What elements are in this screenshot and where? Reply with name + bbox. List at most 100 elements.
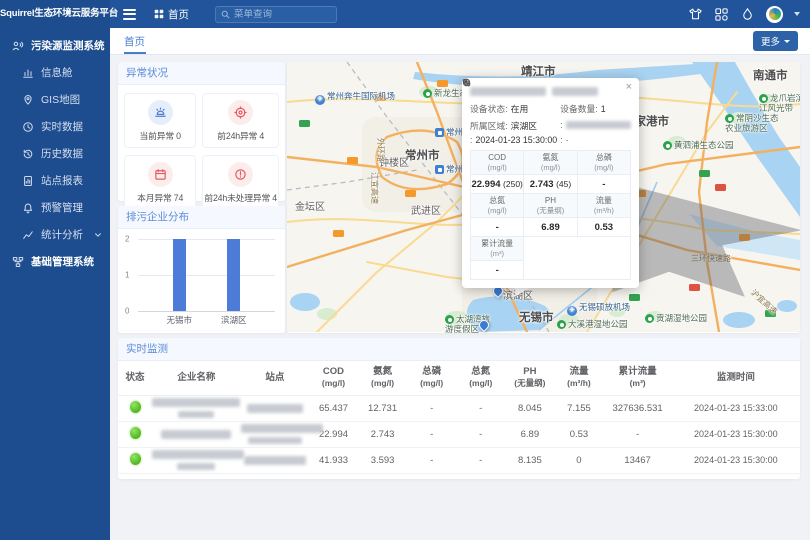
- alarm-lamp-icon: [148, 100, 173, 125]
- chevron-down-icon: [784, 40, 790, 43]
- x-tick-label: 无锡市: [166, 314, 192, 326]
- abnormal-status-panel: 异常状况 当前异常 0 前24h异常 4 本月异常 74 前24h未处理异常 4: [118, 62, 285, 201]
- device-status-field: 设备状态:在用: [470, 102, 560, 115]
- table-row[interactable]: 22.9942.743--6.890.53- 2024-01-23 15:30:…: [118, 421, 800, 447]
- device-title-redacted: [470, 87, 631, 96]
- popup-value: -: [577, 175, 630, 194]
- popup-col-header: PH(无量纲): [524, 194, 577, 218]
- bar-滨湖区: [227, 239, 240, 311]
- reading-value: -: [407, 395, 456, 421]
- reading-value: -: [456, 395, 505, 421]
- close-icon[interactable]: ×: [626, 82, 632, 93]
- popup-value: -: [471, 218, 524, 237]
- sidebar-item-site-report[interactable]: 站点报表: [0, 167, 110, 194]
- panel-title: 异常状况: [118, 62, 285, 85]
- popup-col-header: 累计流量(m³): [471, 237, 524, 261]
- more-button[interactable]: 更多: [753, 31, 798, 51]
- status-dot: [130, 401, 141, 413]
- enterprise-name-redacted: [152, 421, 241, 447]
- device-readings-table: COD(mg/l)氨氮(mg/l)总磷(mg/l)22.994 (250)2.7…: [470, 150, 631, 280]
- card-24h-unhandled-abnormal[interactable]: 前24h未处理异常 4: [202, 155, 279, 210]
- status-cell: [118, 421, 152, 447]
- sidebar-item-pollution-monitoring-system[interactable]: 污染源监测系统: [0, 32, 110, 59]
- popup-col-header: 流量(m³/h): [577, 194, 630, 218]
- reading-value: 6.89: [505, 421, 554, 447]
- device-phone-field: :·: [560, 135, 631, 145]
- alarm-target-icon: [228, 100, 253, 125]
- reading-value: -: [604, 421, 672, 447]
- status-dot: [130, 453, 141, 465]
- table-row[interactable]: 65.43712.731--8.0457.155327636.531 2024-…: [118, 395, 800, 421]
- sidebar-item-info-cabin[interactable]: 信息舱: [0, 59, 110, 86]
- monitor-col-header: 氨氮(mg/l): [358, 361, 407, 395]
- clock-icon: [22, 121, 34, 133]
- reading-value: 65.437: [309, 395, 358, 421]
- reading-value: 13467: [604, 447, 672, 473]
- table-row[interactable]: 41.9333.593--8.135013467 2024-01-23 15:3…: [118, 447, 800, 473]
- device-info-popup: × 设备状态:在用 设备数量:1 所属区域:滨湖区 : :2024-01-23 …: [462, 78, 639, 288]
- sidebar-item-realtime-data[interactable]: 实时数据: [0, 113, 110, 140]
- panel-title: 排污企业分布: [118, 206, 285, 229]
- card-24h-abnormal[interactable]: 前24h异常 4: [202, 93, 279, 148]
- monitor-col-header: 总氮(mg/l): [456, 361, 505, 395]
- theme-skin-icon[interactable]: [688, 7, 703, 22]
- calendar-icon: [148, 162, 173, 187]
- monitor-system-icon: [12, 40, 24, 52]
- device-region-field: 所属区域:滨湖区: [470, 119, 560, 132]
- avatar[interactable]: [766, 6, 783, 23]
- reading-value: 3.593: [358, 447, 407, 473]
- reading-value: -: [407, 421, 456, 447]
- sidebar-item-gis-map[interactable]: GIS地图: [0, 86, 110, 113]
- y-tick-label: 0: [125, 307, 129, 316]
- breadcrumb-home: 首页: [168, 7, 189, 22]
- reading-value: 8.045: [505, 395, 554, 421]
- sidebar-item-base-management-system[interactable]: 基础管理系统: [0, 248, 110, 275]
- sidebar: 污染源监测系统 信息舱 GIS地图 实时数据 历史数据 站点报表 预警管理 统计…: [0, 28, 110, 540]
- menu-search[interactable]: [215, 6, 337, 23]
- site-name-redacted: [241, 447, 309, 473]
- flame-icon[interactable]: [740, 7, 755, 22]
- sidebar-item-label: 历史数据: [41, 146, 83, 161]
- chevron-down-icon[interactable]: [794, 12, 800, 16]
- y-tick-label: 2: [125, 235, 129, 244]
- popup-col-header: 总磷(mg/l): [577, 151, 630, 175]
- reading-value: 0.53: [554, 421, 603, 447]
- popup-col-header: 氨氮(mg/l): [524, 151, 577, 175]
- popup-value: 2.743 (45): [524, 175, 577, 194]
- sidebar-item-label: GIS地图: [41, 92, 80, 107]
- reading-value: -: [456, 447, 505, 473]
- realtime-monitor-panel: 实时监测 状态企业名称站点COD(mg/l)氨氮(mg/l)总磷(mg/l)总氮…: [118, 338, 800, 479]
- reading-value: 327636.531: [604, 395, 672, 421]
- reading-value: 8.135: [505, 447, 554, 473]
- search-input[interactable]: [234, 9, 331, 20]
- monitor-col-header: 企业名称: [152, 361, 241, 395]
- reading-value: -: [407, 447, 456, 473]
- sidebar-item-statistics[interactable]: 统计分析: [0, 221, 110, 248]
- hamburger-menu-icon[interactable]: [116, 0, 142, 28]
- panel-title: 实时监测: [118, 338, 800, 361]
- chevron-down-icon: [101, 258, 102, 266]
- bar-chart-icon: [22, 67, 34, 79]
- warning-circle-icon: [228, 162, 253, 187]
- sidebar-item-label: 预警管理: [41, 200, 83, 215]
- card-current-abnormal[interactable]: 当前异常 0: [124, 93, 196, 148]
- device-count-field: 设备数量:1: [560, 102, 631, 115]
- monitor-time: 2024-01-23 15:30:00: [672, 447, 800, 473]
- home-grid-icon: [154, 9, 164, 19]
- search-icon: [221, 10, 230, 19]
- map-pin-icon: [22, 94, 34, 106]
- status-cell: [118, 395, 152, 421]
- site-name-redacted: [241, 421, 309, 447]
- enterprise-distribution-panel: 排污企业分布 2 1 0 无锡市滨湖区: [118, 206, 285, 333]
- breadcrumb[interactable]: 首页: [154, 7, 189, 22]
- sidebar-item-history-data[interactable]: 历史数据: [0, 140, 110, 167]
- history-icon: [22, 148, 34, 160]
- layout-components-icon[interactable]: [714, 7, 729, 22]
- sidebar-item-alert-management[interactable]: 预警管理: [0, 194, 110, 221]
- monitor-time: 2024-01-23 15:30:00: [672, 421, 800, 447]
- map-canvas[interactable]: 常州市无锡市南通市靖江市张家港市钟楼区武进区滨湖区金坛区常州北站常州站✈常州奔牛…: [287, 62, 800, 333]
- tab-home[interactable]: 首页: [110, 28, 159, 54]
- main-content: 异常状况 当前异常 0 前24h异常 4 本月异常 74 前24h未处理异常 4…: [110, 55, 810, 540]
- map-panel: 常州市无锡市南通市靖江市张家港市钟楼区武进区滨湖区金坛区常州北站常州站✈常州奔牛…: [287, 62, 800, 333]
- card-month-abnormal[interactable]: 本月异常 74: [124, 155, 196, 210]
